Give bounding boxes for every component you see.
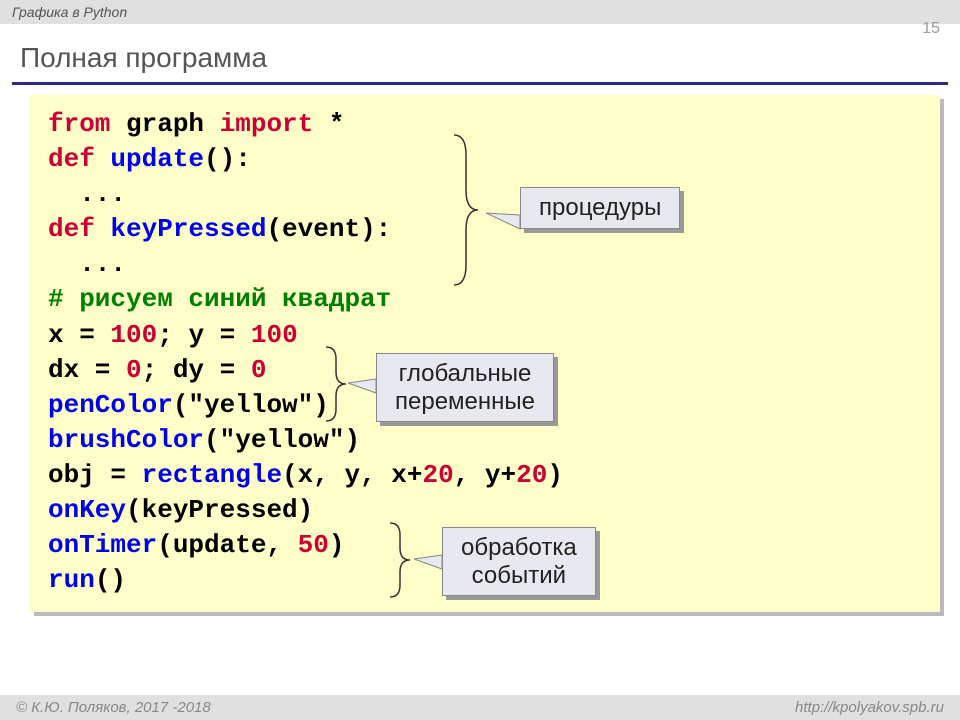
brace-icon xyxy=(326,347,350,421)
callout-tail-icon xyxy=(348,379,378,397)
code-line: x = 100; y = 100 xyxy=(48,318,922,353)
code-line: onKey(keyPressed) xyxy=(48,493,922,528)
code-line: # рисуем синий квадрат xyxy=(48,282,922,317)
callout-tail-icon xyxy=(414,555,444,573)
header-bar: Графика в Python xyxy=(0,0,960,24)
brace-icon xyxy=(390,523,414,597)
brace-icon xyxy=(454,135,484,285)
code-line: def update(): xyxy=(48,142,922,177)
code-line: ... xyxy=(48,247,922,282)
slide-title: Полная программа xyxy=(0,24,960,82)
callout-tail-icon xyxy=(486,213,522,233)
code-line: from graph import * xyxy=(48,107,922,142)
header-subject: Графика в Python xyxy=(12,4,127,20)
title-underline xyxy=(12,82,948,85)
code-line: ... xyxy=(48,177,922,212)
code-line: obj = rectangle(x, y, x+20, y+20) xyxy=(48,458,922,493)
callout-globals: глобальные переменные xyxy=(376,353,554,422)
code-line: brushColor("yellow") xyxy=(48,423,922,458)
footer-copyright: © К.Ю. Поляков, 2017 -2018 xyxy=(16,699,211,716)
footer: © К.Ю. Поляков, 2017 -2018 http://kpolya… xyxy=(0,695,960,720)
code-block: from graph import * def update(): ... de… xyxy=(30,95,940,612)
callout-procedures: процедуры xyxy=(520,187,680,229)
footer-url: http://kpolyakov.spb.ru xyxy=(795,699,944,716)
page-number: 15 xyxy=(922,20,940,38)
callout-events: обработка событий xyxy=(442,527,596,596)
code-line: def keyPressed(event): xyxy=(48,212,922,247)
